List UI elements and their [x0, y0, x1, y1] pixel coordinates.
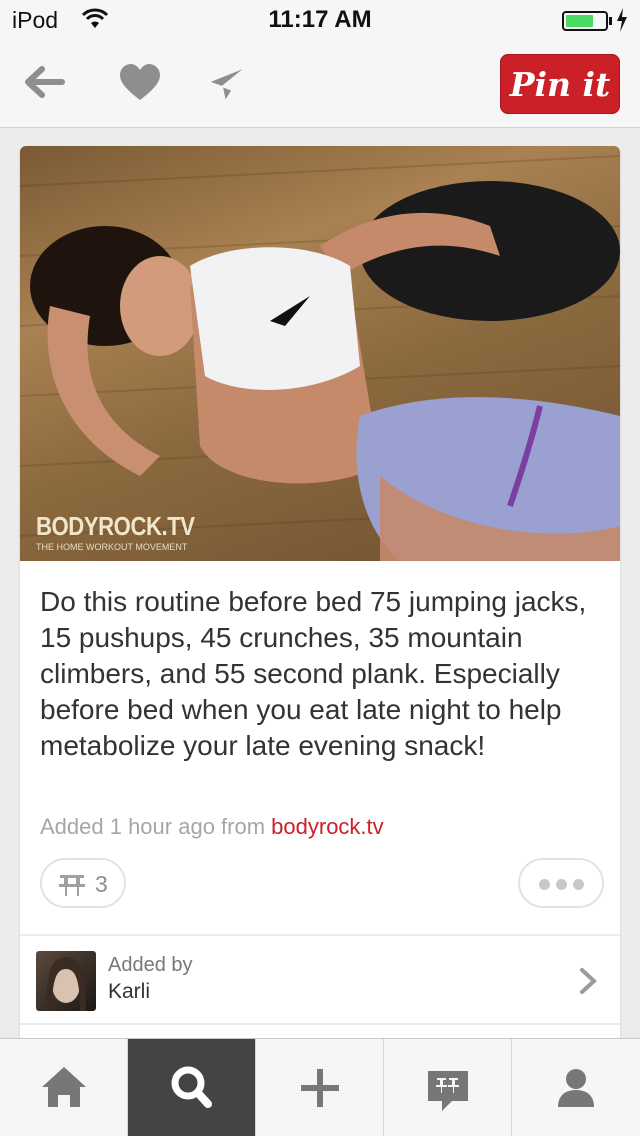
pin-image-illustration: [20, 155, 620, 561]
tab-bar: [0, 1038, 640, 1136]
image-watermark-subtitle: THE HOME WORKOUT MOVEMENT: [36, 542, 188, 552]
repin-count: 3: [95, 871, 108, 897]
tab-search[interactable]: [128, 1039, 256, 1136]
chevron-right-icon[interactable]: [578, 967, 598, 995]
pin-image[interactable]: BODYROCK.TV THE HOME WORKOUT MOVEMENT: [20, 146, 620, 561]
tab-profile[interactable]: [512, 1039, 640, 1136]
search-icon: [171, 1066, 212, 1108]
battery-level: [566, 15, 593, 27]
nav-bar: Pin it: [0, 40, 640, 128]
added-time-label: Added 1 hour ago from: [40, 814, 272, 839]
pin-card: BODYROCK.TV THE HOME WORKOUT MOVEMENT Do…: [20, 146, 620, 1046]
added-by-label: Added by: [108, 954, 193, 976]
image-watermark: BODYROCK.TV: [36, 511, 195, 541]
divider: [20, 934, 620, 936]
paper-plane-icon[interactable]: [206, 64, 250, 104]
battery-nub: [609, 17, 612, 25]
more-dot-icon: [573, 879, 584, 890]
divider: [20, 1023, 620, 1025]
avatar[interactable]: [36, 951, 96, 1011]
pin-icon: [59, 875, 85, 896]
home-icon: [42, 1067, 86, 1107]
repin-button[interactable]: 3: [40, 858, 126, 908]
battery-icon: [562, 11, 608, 31]
tab-home[interactable]: [0, 1039, 128, 1136]
avatar-portrait: [46, 957, 86, 1011]
more-options-button[interactable]: [518, 858, 604, 908]
more-dot-icon: [539, 879, 550, 890]
profile-icon: [558, 1069, 594, 1107]
charging-icon: [617, 8, 627, 32]
added-from-line: Added 1 hour ago from bodyrock.tv: [40, 814, 384, 840]
source-link[interactable]: bodyrock.tv: [271, 814, 384, 839]
added-by-name[interactable]: Karli: [108, 980, 150, 1004]
tab-add[interactable]: [256, 1039, 384, 1136]
heart-icon[interactable]: [120, 64, 160, 102]
clock: 11:17 AM: [268, 6, 372, 33]
status-bar: iPod 11:17 AM: [0, 0, 640, 40]
tab-news[interactable]: [384, 1039, 512, 1136]
pin-description: Do this routine before bed 75 jumping ja…: [40, 586, 587, 761]
more-dot-icon: [556, 879, 567, 890]
pin-it-button[interactable]: Pin it: [500, 54, 620, 114]
back-arrow-icon[interactable]: [22, 60, 66, 104]
news-icon: [428, 1071, 468, 1111]
plus-icon: [301, 1069, 339, 1107]
